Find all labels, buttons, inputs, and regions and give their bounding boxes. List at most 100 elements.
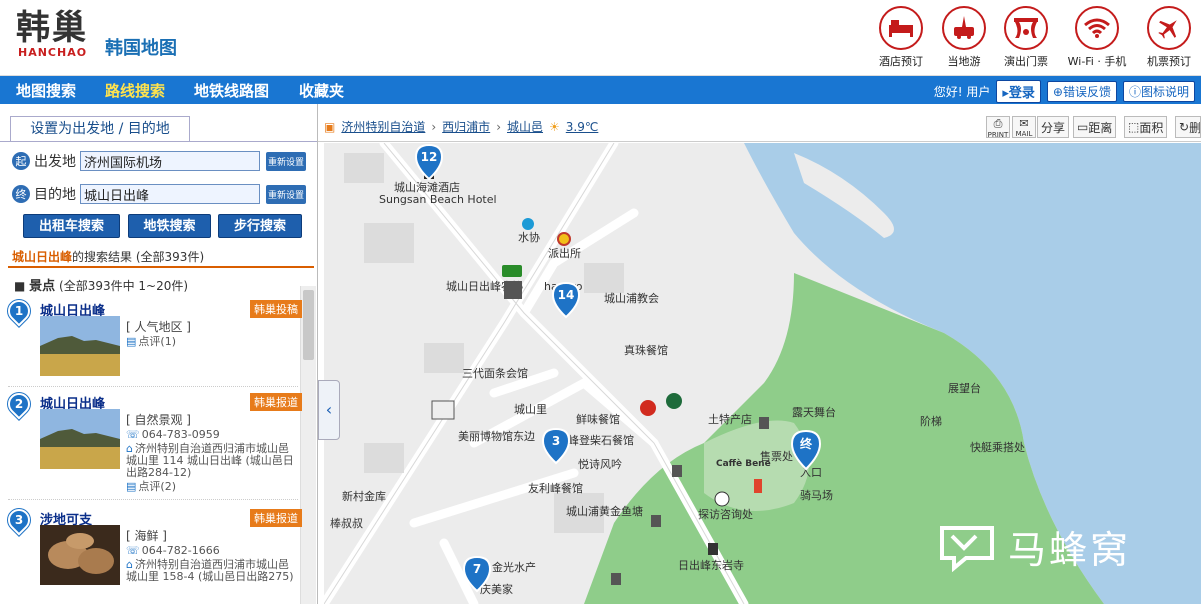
plus-icon: ⊕ [1052,85,1063,99]
result-tag[interactable]: 韩巢报道 [250,393,302,411]
parking-icon [651,515,661,527]
tab-set-start-end[interactable]: 设置为出发地 / 目的地 [10,116,190,142]
result-tag[interactable]: 韩巢投稿 [250,300,302,318]
login-button[interactable]: ▸登录 [996,80,1041,103]
nonghyup-icon [502,265,522,277]
result-item[interactable]: 1 城山日出峰 韩巢投稿 [ 人气地区 ] ▤ 点评(1) [3,295,302,387]
label-uribong-restaurant: 友利峰餐馆 [528,481,583,495]
result-address: ⌂ 济州特别自治道西归浦市城山邑城山里 158-4 (城山邑日出路275) [126,558,294,583]
result-reviews[interactable]: ▤ 点评(2) [126,481,176,493]
chevron-right-icon: › [496,119,501,134]
local-tour-label: 当地游 [947,55,981,68]
result-separator [8,499,298,500]
label-stairs: 阶梯 [920,414,942,428]
walk-search-button[interactable]: 步行搜索 [218,214,302,238]
theater-icon [1014,18,1038,38]
collapse-panel-button[interactable]: ‹ [318,380,340,440]
label-uncle: 棒叔叔 [330,516,363,530]
local-tour-link[interactable]: 当地游 [929,6,999,69]
info-icon: ⓘ [1128,85,1141,99]
nav-route-search[interactable]: 路线搜索 [105,80,165,101]
svg-text:14: 14 [558,288,575,302]
mail-icon: ✉ [1019,117,1029,130]
greeting-text: 您好! 用户 [933,85,991,99]
nav-map-search[interactable]: 地图搜索 [16,80,76,101]
svg-text:12: 12 [421,150,438,164]
hanchao-logo[interactable]: 韩巢 HANCHAO [16,10,88,59]
label-police: 派出所 [548,246,581,260]
result-scrollbar[interactable] [300,286,316,604]
site-title[interactable]: 韩国地图 [105,34,177,60]
start-row: 起 出发地 重新设置 [12,150,307,172]
label-hotel: 城山海滩酒店 [394,180,460,194]
login-label: 登录 [1008,86,1035,101]
result-thumbnail[interactable] [40,525,120,585]
result-number-marker: 3 [3,504,35,536]
label-fresh-restaurant: 鲜味餐馆 [576,412,620,426]
mail-button[interactable]: ✉ MAIL [1012,116,1036,138]
chevron-left-icon: ‹ [325,400,333,419]
icon-legend-button[interactable]: ⓘ图标说明 [1122,81,1195,102]
subway-search-button[interactable]: 地铁搜索 [128,214,211,238]
delete-button[interactable]: ↻ 删 [1175,116,1201,138]
refresh-icon: ↻ [1179,120,1190,134]
crumb-province[interactable]: 济州特别自治道 [341,118,425,135]
legend-label: 图标说明 [1140,85,1189,99]
label-boat-dock: 快艇乘搭处 [970,440,1025,454]
police-icon [557,232,571,246]
breadcrumb: ▣ 济州特别自治道 › 西归浦市 › 城山邑 ☀ 3.9℃ [324,118,598,135]
mcdonalds-icon [640,400,656,416]
crumb-town[interactable]: 城山邑 [507,118,543,135]
flight-booking-link[interactable]: 机票预订 [1134,6,1201,69]
result-reviews[interactable]: ▤ 点评(1) [126,336,176,348]
scrollbar-thumb[interactable] [303,290,314,360]
result-total: (全部393件) [135,250,205,264]
wifi-phone-link[interactable]: Wi-Fi · 手机 [1062,6,1132,69]
label-horse-riding: 骑马场 [800,488,833,502]
end-reset-button[interactable]: 重新设置 [266,184,307,204]
nav-subway-map[interactable]: 地铁线路图 [194,80,269,101]
label-entrance: 入口 [800,466,822,479]
start-badge: 起 [12,152,30,170]
share-button[interactable]: 分享 [1037,116,1070,138]
show-tickets-link[interactable]: 演出门票 [991,6,1061,69]
chevron-right-icon: › [431,119,437,134]
result-thumbnail[interactable] [40,409,120,469]
nav-favorites[interactable]: 收藏夹 [299,80,344,101]
result-tag[interactable]: 韩巢报道 [250,509,302,527]
start-label: 出发地 [34,154,76,170]
result-phone: ☏ 064-783-0959 [126,428,220,441]
main-nav: 地图搜索 路线搜索 地铁线路图 收藏夹 您好! 用户 ▸登录 ⊕错误反馈 ⓘ图标… [0,76,1201,104]
wifi-phone-label: Wi-Fi · 手机 [1067,55,1127,68]
start-reset-button[interactable]: 重新设置 [266,151,307,171]
end-badge: 终 [12,185,30,203]
map-canvas[interactable]: 城山海滩酒店 Sungsan Beach Hotel 水协 派出所 城山日出峰农… [324,143,1201,604]
result-item[interactable]: 2 城山日出峰 韩巢报道 [ 自然景观 ] ☏ 064-783-0959 ⌂ 济州特… [3,388,302,501]
category-header: ■ 景点 (全部393件中 1~20件) [14,275,188,294]
area-button[interactable]: ⬚ 面积 [1124,116,1168,138]
phone-icon: ☏ [126,544,140,557]
start-input[interactable] [80,151,260,171]
taxi-search-button[interactable]: 出租车搜索 [23,214,120,238]
hotel-booking-label: 酒店预订 [879,55,923,68]
weather-temp[interactable]: 3.9℃ [566,120,599,134]
end-input[interactable] [80,184,260,204]
result-thumbnail[interactable] [40,316,120,376]
distance-button[interactable]: ▭ 距离 [1073,116,1117,138]
result-phone: ☏ 064-782-1666 [126,544,220,557]
hotel-booking-link[interactable]: 酒店预订 [866,6,936,69]
svg-text:3: 3 [552,434,560,448]
print-button[interactable]: ⎙ PRINT [986,116,1010,139]
crumb-city[interactable]: 西归浦市 [442,118,490,135]
error-feedback-button[interactable]: ⊕错误反馈 [1046,81,1117,102]
svg-text:终: 终 [800,436,813,451]
label-gyeongmi-house: 庆美家 [480,582,513,596]
svg-text:7: 7 [473,562,481,576]
result-number-marker: 1 [3,295,35,327]
label-souvenir-shop: 土特产店 [708,412,752,426]
mail-label: MAIL [1015,130,1033,138]
area-icon: ⬚ [1128,120,1140,134]
result-item[interactable]: 3 涉地可支 韩巢报道 [ 海鲜 ] ☏ 064-782-1666 ⌂ 济州特别自治… [3,504,302,604]
result-divider [8,266,314,268]
category-name: 景点 [29,279,56,294]
